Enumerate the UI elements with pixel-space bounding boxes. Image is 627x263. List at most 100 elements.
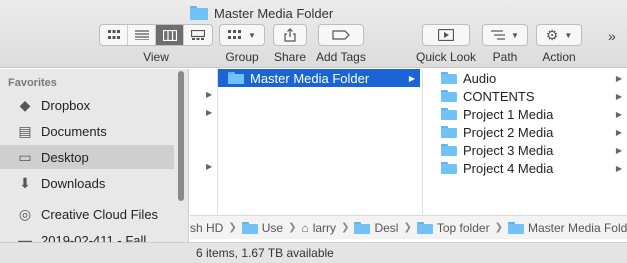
- creative-cloud-icon: ◎: [18, 205, 32, 222]
- path-button[interactable]: ▼: [482, 24, 528, 46]
- path-segment-master-media-folder[interactable]: Master Media Folder: [507, 220, 627, 235]
- action-label: Action: [542, 50, 576, 64]
- home-icon: ⌂: [301, 220, 309, 235]
- path-segment-top-folder[interactable]: Top folder: [416, 220, 490, 235]
- window-title: Master Media Folder: [190, 3, 333, 23]
- status-bar: 6 items, 1.67 TB available: [0, 242, 627, 263]
- action-control: ⚙ ▼ Action: [536, 24, 582, 64]
- folder-icon: [507, 221, 524, 234]
- sidebar-scrollbar[interactable]: [178, 71, 184, 201]
- group-control: ▼ Group: [219, 24, 265, 64]
- disclosure-arrow-icon: ▶: [615, 163, 622, 173]
- column-item-label: Master Media Folder: [250, 70, 370, 86]
- disclosure-arrow-icon: ▶: [615, 109, 622, 119]
- icon-grid-icon: [107, 30, 120, 39]
- sidebar-item-desktop[interactable]: ▭ Desktop: [0, 145, 174, 169]
- sidebar-item-fall-folder[interactable]: ▬ 2019-02-411 - Fall: [0, 228, 174, 242]
- path-segment-label: Master Media Folder: [527, 220, 627, 235]
- column-item-project-1-media[interactable]: Project 1 Media ▶: [434, 105, 627, 123]
- columns-icon: [162, 29, 177, 41]
- path-segment-label: larry: [312, 220, 337, 235]
- path-segment-disk[interactable]: sh HD: [190, 221, 223, 235]
- folder-icon: [441, 108, 457, 120]
- list-view-button[interactable]: [128, 25, 156, 45]
- group-grid-icon: [228, 30, 242, 39]
- quick-look-label: Quick Look: [416, 50, 477, 64]
- disclosure-arrow-icon: ▶: [615, 127, 622, 137]
- disclosure-arrow-icon: ▶: [206, 90, 213, 99]
- path-bar: sh HD ❯ Use ❯ ⌂ larry ❯ Desl ❯ Top folde…: [190, 215, 627, 239]
- column-item-project-4-media[interactable]: Project 4 Media ▶: [434, 159, 627, 177]
- toolbar-overflow-icon[interactable]: »: [608, 28, 616, 44]
- sidebar-item-label: Dropbox: [41, 97, 91, 113]
- chevron-right-icon: ❯: [403, 222, 412, 233]
- sidebar-item-creative-cloud[interactable]: ◎ Creative Cloud Files: [0, 202, 174, 226]
- path-control: ▼ Path: [482, 24, 528, 64]
- desktop-icon: ▭: [18, 148, 32, 165]
- share-button[interactable]: [273, 24, 307, 46]
- path-segment-desktop[interactable]: Desl: [354, 221, 398, 235]
- column-3[interactable]: Audio ▶ CONTENTS ▶ Project 1 Media ▶ Pro…: [434, 69, 627, 215]
- chevron-down-icon: ▼: [248, 30, 256, 40]
- chevron-down-icon: ▼: [564, 30, 573, 40]
- sidebar-item-documents[interactable]: ▤ Documents: [0, 119, 174, 143]
- column-browser: ▶ ▶ ▶ Master Media Folder ▶ Audio ▶ CONT…: [190, 69, 627, 215]
- column-item-master-media-folder[interactable]: Master Media Folder ▶: [218, 69, 420, 87]
- folder-icon: [441, 162, 457, 174]
- folder-icon: [416, 221, 433, 234]
- path-segment-home[interactable]: ⌂ larry: [301, 221, 336, 235]
- window-title-text: Master Media Folder: [214, 5, 334, 21]
- column-item-audio[interactable]: Audio ▶: [434, 69, 627, 87]
- path-segment-label: sh HD: [190, 220, 224, 235]
- path-list-icon: [491, 30, 506, 40]
- path-segment-users[interactable]: Use: [241, 220, 284, 235]
- add-tags-label: Add Tags: [316, 50, 366, 64]
- share-label: Share: [273, 50, 307, 64]
- path-segment-label: Top folder: [436, 220, 490, 235]
- status-text: 6 items, 1.67 TB available: [196, 246, 334, 260]
- action-button[interactable]: ⚙ ▼: [536, 24, 582, 46]
- download-icon: ⬇: [19, 174, 31, 191]
- column-item-contents[interactable]: CONTENTS ▶: [434, 87, 627, 105]
- column-view-button[interactable]: [156, 25, 184, 45]
- gear-icon: ⚙: [545, 26, 559, 43]
- sidebar-item-label: 2019-02-411 - Fall: [41, 232, 147, 243]
- sidebar: Favorites ◆ Dropbox ▤ Documents ▭ Deskto…: [0, 69, 189, 242]
- icon-view-button[interactable]: [100, 25, 128, 45]
- view-label: View: [143, 50, 169, 64]
- gallery-icon: [191, 29, 205, 40]
- column-1[interactable]: ▶ ▶ ▶: [190, 69, 218, 215]
- column-item-project-2-media[interactable]: Project 2 Media ▶: [434, 123, 627, 141]
- tag-icon: [332, 30, 350, 40]
- add-tags-button[interactable]: [317, 24, 364, 46]
- chevron-down-icon: ▼: [511, 30, 519, 40]
- quicklook-control: Quick Look: [416, 24, 476, 64]
- folder-icon: [241, 221, 258, 234]
- share-icon: [284, 28, 296, 42]
- dropbox-icon: ◆: [19, 96, 31, 113]
- column-item-label: CONTENTS: [463, 88, 535, 104]
- path-segment-label: Use: [261, 220, 284, 235]
- sidebar-item-dropbox[interactable]: ◆ Dropbox: [0, 93, 174, 117]
- group-label: Group: [225, 50, 259, 64]
- document-icon: ▤: [18, 122, 32, 139]
- disclosure-arrow-icon: ▶: [206, 162, 213, 171]
- folder-icon: [441, 144, 457, 156]
- folder-icon: [190, 6, 208, 20]
- folder-icon: [354, 221, 371, 234]
- path-label: Path: [492, 50, 518, 64]
- folder-icon: [228, 72, 244, 84]
- chevron-right-icon: ❯: [341, 222, 350, 233]
- gallery-view-button[interactable]: [184, 25, 212, 45]
- disclosure-arrow-icon: ▶: [408, 73, 415, 83]
- column-item-label: Project 1 Media: [463, 106, 554, 122]
- view-segmented-control: [99, 24, 213, 46]
- list-icon: [134, 30, 149, 40]
- tags-control: Add Tags: [316, 24, 366, 64]
- column-item-project-3-media[interactable]: Project 3 Media ▶: [434, 141, 627, 159]
- quick-look-button[interactable]: [422, 24, 471, 46]
- column-2[interactable]: Master Media Folder ▶: [218, 69, 423, 215]
- sidebar-item-downloads[interactable]: ⬇ Downloads: [0, 171, 174, 195]
- group-button[interactable]: ▼: [219, 24, 265, 46]
- disclosure-arrow-icon: ▶: [615, 73, 622, 83]
